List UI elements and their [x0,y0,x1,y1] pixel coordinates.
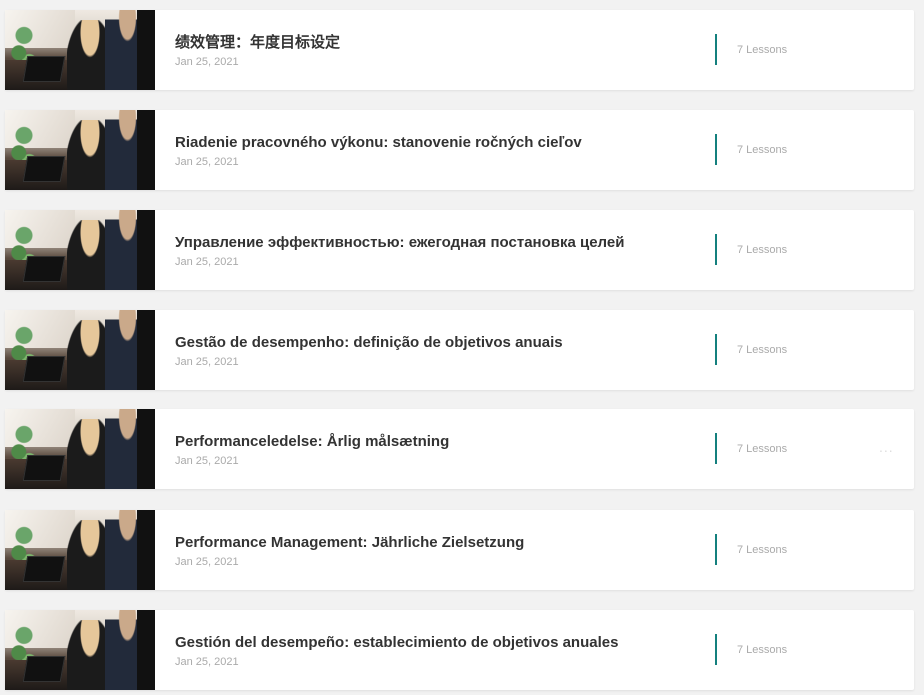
course-title[interactable]: Gestão de desempenho: definição de objet… [175,333,914,352]
course-date: Jan 25, 2021 [175,454,239,467]
accent-divider [715,34,717,65]
course-card[interactable]: Performanceledelse: Årlig målsætning Jan… [5,409,914,489]
course-card[interactable]: Gestión del desempeño: establecimiento d… [5,610,914,690]
course-info: Riadenie pracovného výkonu: stanovenie r… [155,110,914,190]
course-info: Performance Management: Jährliche Zielse… [155,510,914,590]
course-card[interactable]: Performance Management: Jährliche Zielse… [5,510,914,590]
course-thumbnail[interactable] [5,310,155,390]
course-title[interactable]: Управление эффективностью: ежегодная пос… [175,233,914,252]
lessons-count: 7 Lessons [737,44,788,56]
course-info: Управление эффективностью: ежегодная пос… [155,210,914,290]
course-thumbnail[interactable] [5,610,155,690]
accent-divider [715,334,717,365]
course-date: Jan 25, 2021 [175,555,239,568]
lessons-count: 7 Lessons [737,144,788,156]
accent-divider [715,234,717,265]
more-options-icon[interactable]: ... [879,439,894,455]
course-info: Performanceledelse: Årlig målsætning Jan… [155,409,914,489]
lessons-count: 7 Lessons [737,443,788,455]
lessons-count: 7 Lessons [737,544,788,556]
course-thumbnail[interactable] [5,110,155,190]
course-title[interactable]: Performance Management: Jährliche Zielse… [175,533,914,552]
course-date: Jan 25, 2021 [175,255,239,268]
course-list: 绩效管理：年度目标设定 Jan 25, 2021 7 Lessons Riade… [0,0,924,695]
course-thumbnail[interactable] [5,210,155,290]
accent-divider [715,433,717,464]
course-card[interactable]: 绩效管理：年度目标设定 Jan 25, 2021 7 Lessons [5,10,914,90]
accent-divider [715,634,717,665]
course-card[interactable]: Gestão de desempenho: definição de objet… [5,310,914,390]
course-title[interactable]: Performanceledelse: Årlig målsætning [175,432,914,451]
course-info: Gestión del desempeño: establecimiento d… [155,610,914,690]
course-thumbnail[interactable] [5,409,155,489]
course-title[interactable]: 绩效管理：年度目标设定 [175,33,914,52]
course-title[interactable]: Riadenie pracovného výkonu: stanovenie r… [175,133,914,152]
course-info: Gestão de desempenho: definição de objet… [155,310,914,390]
lessons-count: 7 Lessons [737,344,788,356]
accent-divider [715,134,717,165]
course-date: Jan 25, 2021 [175,655,239,668]
lessons-count: 7 Lessons [737,644,788,656]
course-info: 绩效管理：年度目标设定 Jan 25, 2021 [155,10,914,90]
course-date: Jan 25, 2021 [175,55,239,68]
course-thumbnail[interactable] [5,510,155,590]
course-date: Jan 25, 2021 [175,155,239,168]
accent-divider [715,534,717,565]
course-thumbnail[interactable] [5,10,155,90]
course-title[interactable]: Gestión del desempeño: establecimiento d… [175,633,914,652]
course-card[interactable]: Riadenie pracovného výkonu: stanovenie r… [5,110,914,190]
course-card[interactable]: Управление эффективностью: ежегодная пос… [5,210,914,290]
course-date: Jan 25, 2021 [175,355,239,368]
lessons-count: 7 Lessons [737,244,788,256]
